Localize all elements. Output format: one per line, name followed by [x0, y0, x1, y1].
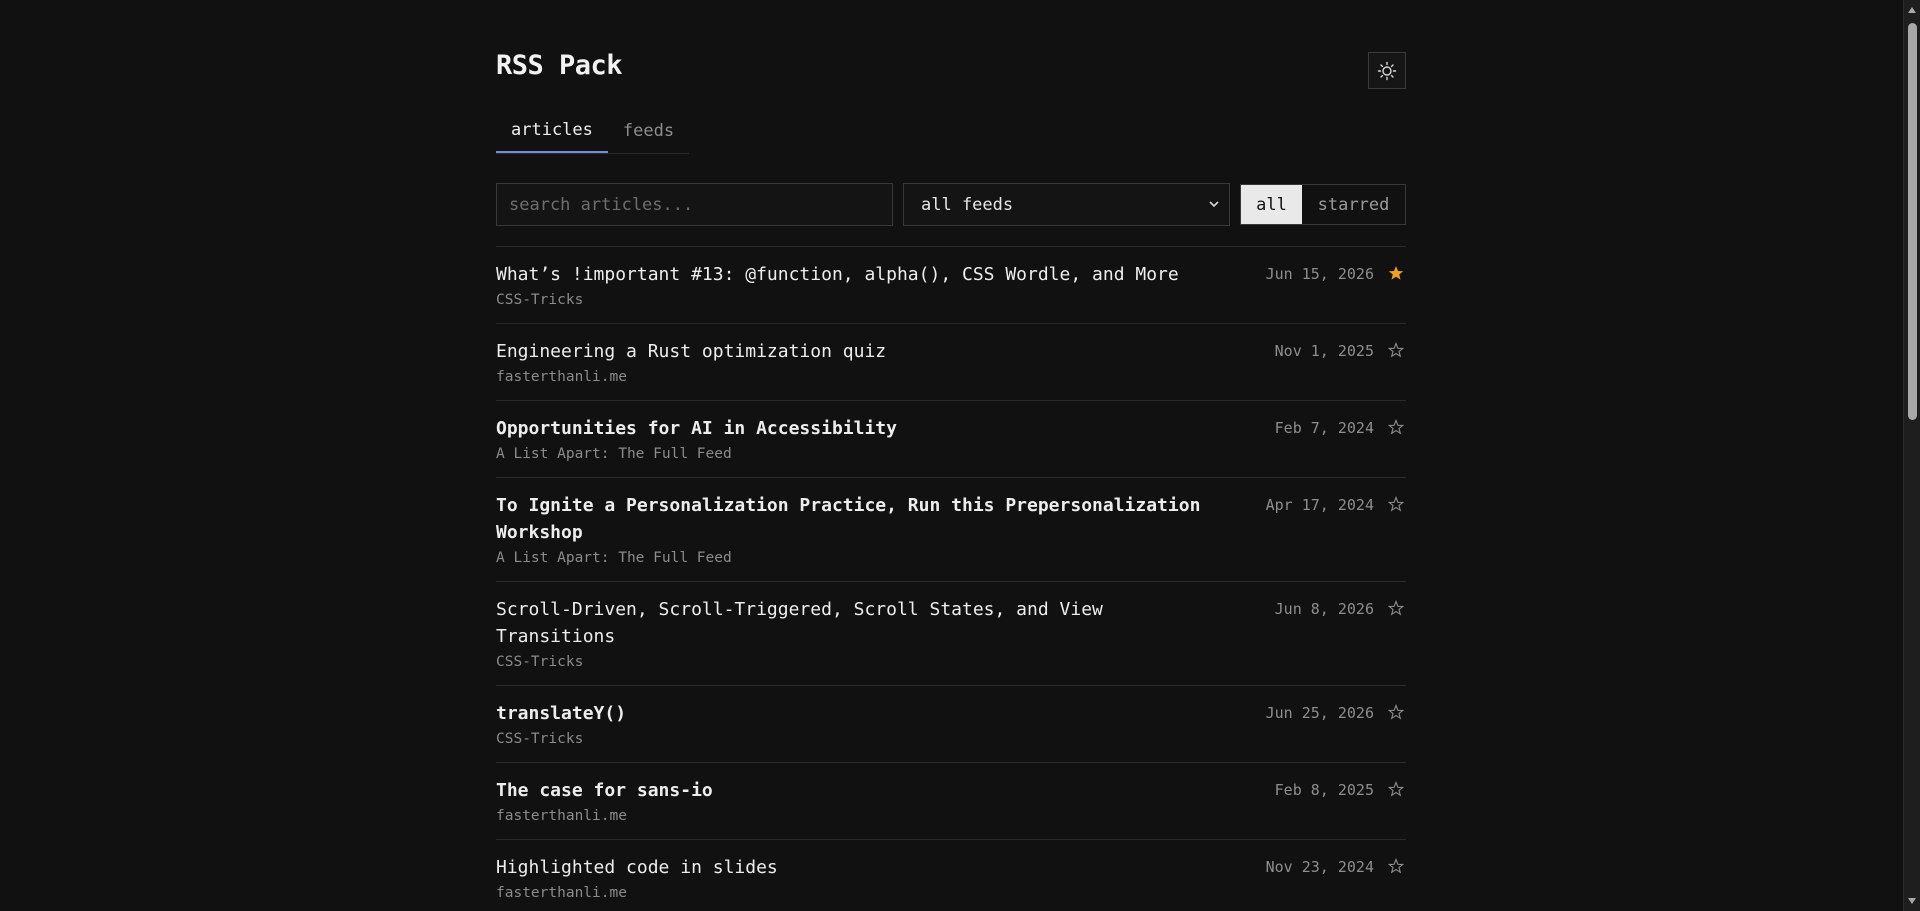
star-filled-icon[interactable]	[1386, 263, 1406, 283]
article-item[interactable]: The case for sans-io fasterthanli.me Feb…	[496, 763, 1406, 840]
article-title[interactable]: translateY()	[496, 700, 1231, 727]
filter-bar: all feeds all starred	[496, 183, 1406, 226]
article-source: CSS-Tricks	[496, 731, 584, 747]
tab-articles[interactable]: articles	[496, 108, 608, 153]
tab-bar: articles feeds	[496, 108, 690, 154]
article-date: Nov 23, 2024	[1265, 858, 1374, 876]
article-date: Feb 8, 2025	[1274, 781, 1374, 799]
article-date: Jun 15, 2026	[1265, 265, 1374, 283]
page: RSS Pack articles feeds search articles.…	[0, 0, 1920, 911]
star-outline-icon[interactable]	[1386, 779, 1406, 799]
article-title[interactable]: What’s !important #13: @function, alpha(…	[496, 261, 1231, 288]
article-title[interactable]: Highlighted code in slides	[496, 854, 1231, 881]
feed-select[interactable]: all feeds	[903, 183, 1230, 226]
article-list: What’s !important #13: @function, alpha(…	[496, 246, 1406, 911]
article-date: Feb 7, 2024	[1274, 419, 1374, 437]
article-item[interactable]: Highlighted code in slides fasterthanli.…	[496, 840, 1406, 911]
filter-all-button[interactable]: all	[1241, 185, 1302, 224]
article-source: A List Apart: The Full Feed	[496, 550, 732, 566]
star-outline-icon[interactable]	[1386, 494, 1406, 514]
article-source: A List Apart: The Full Feed	[496, 446, 732, 462]
article-source: fasterthanli.me	[496, 369, 627, 385]
chevron-down-icon	[1209, 201, 1219, 208]
article-source: CSS-Tricks	[496, 654, 584, 670]
scroll-down-arrow-icon[interactable]	[1907, 896, 1917, 906]
sun-icon	[1377, 61, 1397, 80]
filter-starred-button[interactable]: starred	[1302, 185, 1405, 224]
article-source: fasterthanli.me	[496, 808, 627, 824]
article-item[interactable]: To Ignite a Personalization Practice, Ru…	[496, 478, 1406, 582]
view-filter-toggle: all starred	[1240, 184, 1406, 225]
article-item[interactable]: Scroll-Driven, Scroll-Triggered, Scroll …	[496, 582, 1406, 686]
theme-toggle-button[interactable]	[1368, 52, 1406, 89]
article-title[interactable]: Engineering a Rust optimization quiz	[496, 338, 1231, 365]
tab-feeds[interactable]: feeds	[608, 108, 689, 153]
vertical-scrollbar[interactable]	[1903, 0, 1920, 911]
article-source: CSS-Tricks	[496, 292, 584, 308]
article-title[interactable]: The case for sans-io	[496, 777, 1231, 804]
article-date: Apr 17, 2024	[1265, 496, 1374, 514]
star-outline-icon[interactable]	[1386, 417, 1406, 437]
app-title: RSS Pack	[496, 50, 623, 81]
star-outline-icon[interactable]	[1386, 340, 1406, 360]
star-outline-icon[interactable]	[1386, 702, 1406, 722]
article-date: Jun 25, 2026	[1265, 704, 1374, 722]
star-outline-icon[interactable]	[1386, 856, 1406, 876]
feed-select-value: all feeds	[921, 194, 1014, 215]
star-outline-icon[interactable]	[1386, 598, 1406, 618]
main-container: RSS Pack articles feeds search articles.…	[496, 0, 1406, 901]
article-title[interactable]: Scroll-Driven, Scroll-Triggered, Scroll …	[496, 596, 1231, 650]
article-item[interactable]: Engineering a Rust optimization quiz fas…	[496, 324, 1406, 401]
search-input[interactable]	[496, 183, 893, 226]
article-date: Jun 8, 2026	[1274, 600, 1374, 618]
article-item[interactable]: Opportunities for AI in Accessibility A …	[496, 401, 1406, 478]
article-title[interactable]: To Ignite a Personalization Practice, Ru…	[496, 492, 1231, 546]
scroll-thumb[interactable]	[1908, 23, 1917, 420]
article-item[interactable]: What’s !important #13: @function, alpha(…	[496, 247, 1406, 324]
article-item[interactable]: translateY() CSS-Tricks Jun 25, 2026	[496, 686, 1406, 763]
scroll-up-arrow-icon[interactable]	[1907, 5, 1917, 15]
article-title[interactable]: Opportunities for AI in Accessibility	[496, 415, 1231, 442]
article-source: fasterthanli.me	[496, 885, 627, 901]
header: RSS Pack	[496, 0, 1406, 122]
article-date: Nov 1, 2025	[1274, 342, 1374, 360]
